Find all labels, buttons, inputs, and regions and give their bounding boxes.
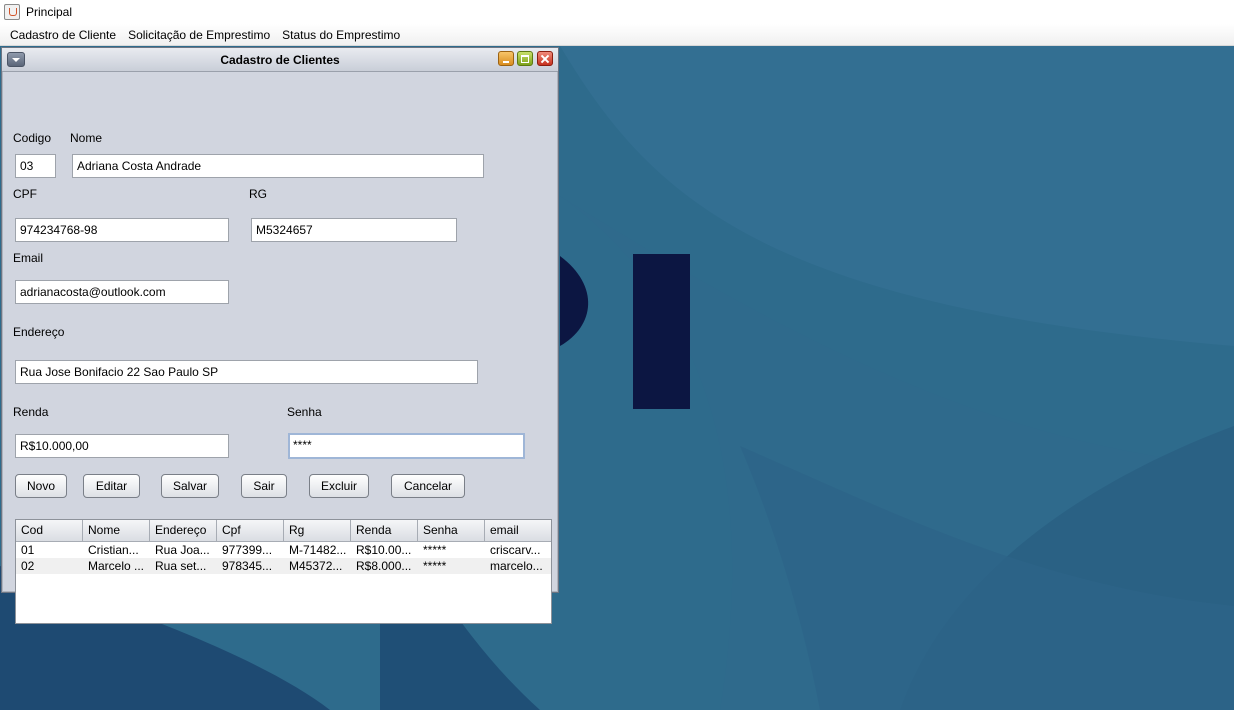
sair-button[interactable]: Sair xyxy=(241,474,287,498)
table-header: Cod Nome Endereço Cpf Rg Renda Senha ema… xyxy=(16,520,551,542)
senha-label: Senha xyxy=(287,405,322,419)
menubar: Cadastro de Cliente Solicitação de Empre… xyxy=(0,24,1234,46)
endereco-field[interactable]: Rua Jose Bonifacio 22 Sao Paulo SP xyxy=(15,360,478,384)
cancelar-button[interactable]: Cancelar xyxy=(391,474,465,498)
column-header-endereco[interactable]: Endereço xyxy=(150,520,217,541)
maximize-icon[interactable] xyxy=(517,51,533,66)
renda-field[interactable]: R$10.000,00 xyxy=(15,434,229,458)
menu-cadastro-cliente[interactable]: Cadastro de Cliente xyxy=(4,28,122,42)
column-header-renda[interactable]: Renda xyxy=(351,520,418,541)
menu-solicitacao-emprestimo[interactable]: Solicitação de Emprestimo xyxy=(122,28,276,42)
novo-button[interactable]: Novo xyxy=(15,474,67,498)
app-title: Principal xyxy=(26,5,73,19)
table-cell: R$8.000... xyxy=(356,559,412,573)
table-cell: Rua set... xyxy=(155,559,207,573)
column-header-email[interactable]: email xyxy=(485,520,551,541)
nome-field[interactable]: Adriana Costa Andrade xyxy=(72,154,484,178)
table-cell: 02 xyxy=(21,559,35,573)
rg-label: RG xyxy=(249,187,267,201)
table-cell: ***** xyxy=(423,543,447,557)
email-field[interactable]: adrianacosta@outlook.com xyxy=(15,280,229,304)
table-row[interactable]: 02 Marcelo ... Rua set... 978345... M453… xyxy=(16,558,551,574)
menu-status-emprestimo[interactable]: Status do Emprestimo xyxy=(276,28,406,42)
cadastro-clientes-window: Cadastro de Clientes Codigo Nome 03 Adri… xyxy=(1,47,559,624)
excluir-button[interactable]: Excluir xyxy=(309,474,369,498)
window-titlebar[interactable]: Cadastro de Clientes xyxy=(2,48,558,72)
table-cell: criscarv... xyxy=(490,543,541,557)
nome-label: Nome xyxy=(70,131,103,145)
cpf-field[interactable]: 974234768-98 xyxy=(15,218,229,242)
table-cell: M-71482... xyxy=(289,543,347,557)
editar-button[interactable]: Editar xyxy=(83,474,140,498)
table-cell: R$10.00... xyxy=(356,543,412,557)
table-cell: ***** xyxy=(423,559,447,573)
column-header-nome[interactable]: Nome xyxy=(83,520,150,541)
app-titlebar: Principal xyxy=(0,0,1234,24)
table-cell: 977399... xyxy=(222,543,273,557)
table-row[interactable]: 01 Cristian... Rua Joa... 977399... M-71… xyxy=(16,542,551,558)
senha-password-field[interactable]: **** xyxy=(288,433,525,459)
table-cell: 01 xyxy=(21,543,35,557)
window-title: Cadastro de Clientes xyxy=(220,53,340,67)
table-cell: M45372... xyxy=(289,559,343,573)
salvar-button[interactable]: Salvar xyxy=(161,474,219,498)
column-header-rg[interactable]: Rg xyxy=(284,520,351,541)
column-header-senha[interactable]: Senha xyxy=(418,520,485,541)
table-cell: Cristian... xyxy=(88,543,139,557)
endereco-label: Endereço xyxy=(13,325,65,339)
column-header-cod[interactable]: Cod xyxy=(16,520,83,541)
close-icon[interactable] xyxy=(537,51,553,66)
rg-field[interactable]: M5324657 xyxy=(251,218,457,242)
codigo-label: Codigo xyxy=(13,131,52,145)
renda-label: Renda xyxy=(13,405,49,419)
email-label: Email xyxy=(13,251,44,265)
table-cell: 978345... xyxy=(222,559,273,573)
java-app-icon xyxy=(4,4,20,20)
table-cell: Rua Joa... xyxy=(155,543,210,557)
codigo-field[interactable]: 03 xyxy=(15,154,56,178)
minimize-icon[interactable] xyxy=(498,51,514,66)
table-cell: Marcelo ... xyxy=(88,559,145,573)
clientes-table[interactable]: Cod Nome Endereço Cpf Rg Renda Senha ema… xyxy=(15,519,552,624)
table-cell: marcelo... xyxy=(490,559,543,573)
cpf-label: CPF xyxy=(13,187,37,201)
column-header-cpf[interactable]: Cpf xyxy=(217,520,284,541)
